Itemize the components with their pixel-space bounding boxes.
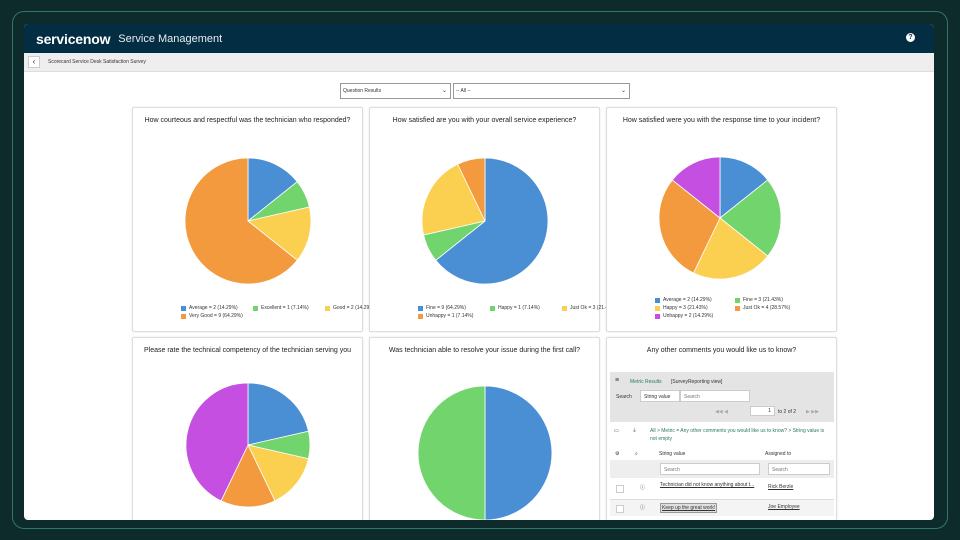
comments-card: Any other comments you would like us to … (606, 337, 837, 520)
filter-breadcrumb[interactable]: ▭ ⏚ All > Metric = Any other comments you … (610, 422, 834, 448)
legend-item[interactable]: Very Good = 9 (64.29%) (181, 313, 253, 319)
legend-item[interactable]: Fine = 3 (21.43%) (735, 297, 815, 303)
legend-label: Very Good = 9 (64.29%) (189, 313, 243, 319)
legend-item[interactable]: Unhappy = 2 (14.29%) (655, 313, 735, 319)
filter-text: All > Metric = Any other comments you wo… (650, 428, 825, 442)
column-string-value[interactable]: String value (659, 451, 765, 457)
top-header: servicenow Service Management ? (24, 24, 934, 53)
legend-swatch (490, 305, 495, 311)
pie-chart (184, 157, 312, 285)
pie-chart (185, 382, 311, 508)
chart-legend: Average = 2 (14.29%) Excellent = 1 (7.14%… (181, 305, 385, 319)
list-title: Metric Results (630, 379, 662, 385)
legend-label: Happy = 3 (21.43%) (663, 305, 708, 311)
chart-card-first-call: Was technician able to resolve your issu… (369, 337, 600, 520)
legend-label: Average = 2 (14.29%) (189, 305, 238, 311)
legend-swatch (325, 305, 330, 311)
help-icon[interactable]: ? (906, 33, 915, 42)
comments-title: Any other comments you would like us to … (646, 347, 797, 354)
view-select-value: Question Results (343, 88, 382, 94)
assigned-to-search[interactable]: Search (768, 463, 830, 475)
legend-item[interactable]: Unhappy = 1 (7.14%) (418, 313, 490, 319)
column-search-row: Search Search (610, 460, 834, 478)
pie-slice[interactable] (484, 385, 553, 520)
table-row: ⓘ Technician did not know anything about… (610, 478, 834, 500)
chart-card-competency: Please rate the technical competency of … (132, 337, 363, 520)
search-label: Search (616, 394, 632, 400)
legend-label: Just Ok = 4 (28.57%) (743, 305, 791, 311)
legend-swatch (181, 305, 186, 311)
filter-icon[interactable]: ⏚ (632, 427, 637, 435)
pie-chart (421, 157, 549, 285)
question-select-value: -- All -- (456, 88, 471, 94)
chart-legend: Average = 2 (14.29%) Fine = 3 (21.43%) Hap… (655, 297, 815, 319)
assigned-to-link[interactable]: Rick Berzle (768, 484, 793, 490)
string-value-link[interactable]: Keep up the great work! (660, 503, 718, 513)
legend-item[interactable]: Fine = 9 (64.29%) (418, 305, 490, 311)
legend-swatch (418, 305, 423, 311)
legend-item[interactable]: Excellent = 1 (7.14%) (253, 305, 325, 311)
page-count: to 2 of 2 (778, 409, 797, 415)
string-value-search[interactable]: Search (660, 463, 760, 475)
comment-icon[interactable]: ▭ (614, 427, 619, 435)
column-headers: ⚙ ⌕ String value Assigned to (610, 448, 834, 460)
next-last-page-icon[interactable]: ▶ ▶▶ (806, 409, 819, 415)
legend-label: Excellent = 1 (7.14%) (261, 305, 309, 311)
legend-label: Fine = 3 (21.43%) (743, 297, 783, 303)
app-title: Service Management (118, 32, 223, 45)
pie-slice[interactable] (417, 385, 486, 520)
chart-card-overall: How satisfied are you with your overall … (369, 107, 617, 332)
chevron-down-icon: ⌄ (620, 88, 626, 94)
chart-card-response-time: How satisfied were you with the response… (606, 107, 837, 332)
legend-item[interactable]: Happy = 3 (21.43%) (655, 305, 735, 311)
search-input[interactable]: Search (680, 390, 750, 402)
legend-label: Unhappy = 2 (14.29%) (663, 313, 714, 319)
legend-swatch (181, 313, 186, 319)
page-title: Scorecard Service Desk Satisfaction Surv… (48, 59, 146, 65)
legend-label: Average = 2 (14.29%) (663, 297, 712, 303)
pie-chart (417, 385, 553, 520)
question-select[interactable]: -- All -- ⌄ (453, 83, 630, 99)
legend-label: Fine = 9 (64.29%) (426, 305, 466, 311)
chart-card-courtesy: How courteous and respectful was the tec… (132, 107, 375, 332)
legend-label: Happy = 1 (7.14%) (498, 305, 540, 311)
column-assigned-to[interactable]: Assigned to (765, 451, 791, 457)
servicenow-logo: servicenow (36, 30, 111, 47)
settings-icon[interactable]: ⚙ (610, 451, 635, 457)
legend-label: Unhappy = 1 (7.14%) (426, 313, 474, 319)
page-input[interactable]: 1 (750, 406, 775, 416)
back-button[interactable]: ‹ (28, 56, 40, 68)
metric-results-list: ≡ Metric Results [SurveyReporting view] … (610, 372, 834, 516)
legend-swatch (735, 305, 740, 311)
legend-item[interactable]: Happy = 1 (7.14%) (490, 305, 562, 311)
row-checkbox[interactable] (616, 485, 624, 493)
legend-swatch (562, 305, 567, 311)
string-value-link[interactable]: Technician did not know anything about t… (660, 482, 755, 488)
row-checkbox[interactable] (616, 505, 624, 513)
search-icon[interactable]: ⌕ (635, 451, 659, 457)
info-icon[interactable]: ⓘ (640, 504, 645, 511)
chevron-down-icon: ⌄ (441, 88, 447, 94)
list-header: ≡ Metric Results [SurveyReporting view] … (610, 372, 834, 422)
legend-swatch (418, 313, 423, 319)
list-view: [SurveyReporting view] (671, 379, 723, 385)
breadcrumb: ‹ Scorecard Service Desk Satisfaction Su… (24, 53, 934, 72)
legend-swatch (253, 305, 258, 311)
info-icon[interactable]: ⓘ (640, 484, 645, 491)
first-prev-page-icon[interactable]: ◀◀ ◀ (715, 409, 728, 415)
legend-item[interactable]: Just Ok = 4 (28.57%) (735, 305, 815, 311)
legend-swatch (655, 313, 660, 319)
legend-swatch (655, 297, 660, 303)
legend-swatch (655, 305, 660, 311)
legend-item[interactable]: Average = 2 (14.29%) (181, 305, 253, 311)
search-field-select[interactable]: String value (640, 390, 680, 402)
chart-legend: Fine = 9 (64.29%) Happy = 1 (7.14%) Just O… (418, 305, 622, 319)
view-select[interactable]: Question Results ⌄ (340, 83, 451, 99)
legend-item[interactable]: Average = 2 (14.29%) (655, 297, 735, 303)
menu-icon[interactable]: ≡ (615, 377, 619, 384)
assigned-to-link[interactable]: Joe Employee (768, 504, 800, 510)
table-row: ⓘ Keep up the great work! Joe Employee (610, 500, 834, 516)
app-window: servicenow Service Management ? ‹ Scorec… (24, 24, 934, 520)
legend-swatch (735, 297, 740, 303)
